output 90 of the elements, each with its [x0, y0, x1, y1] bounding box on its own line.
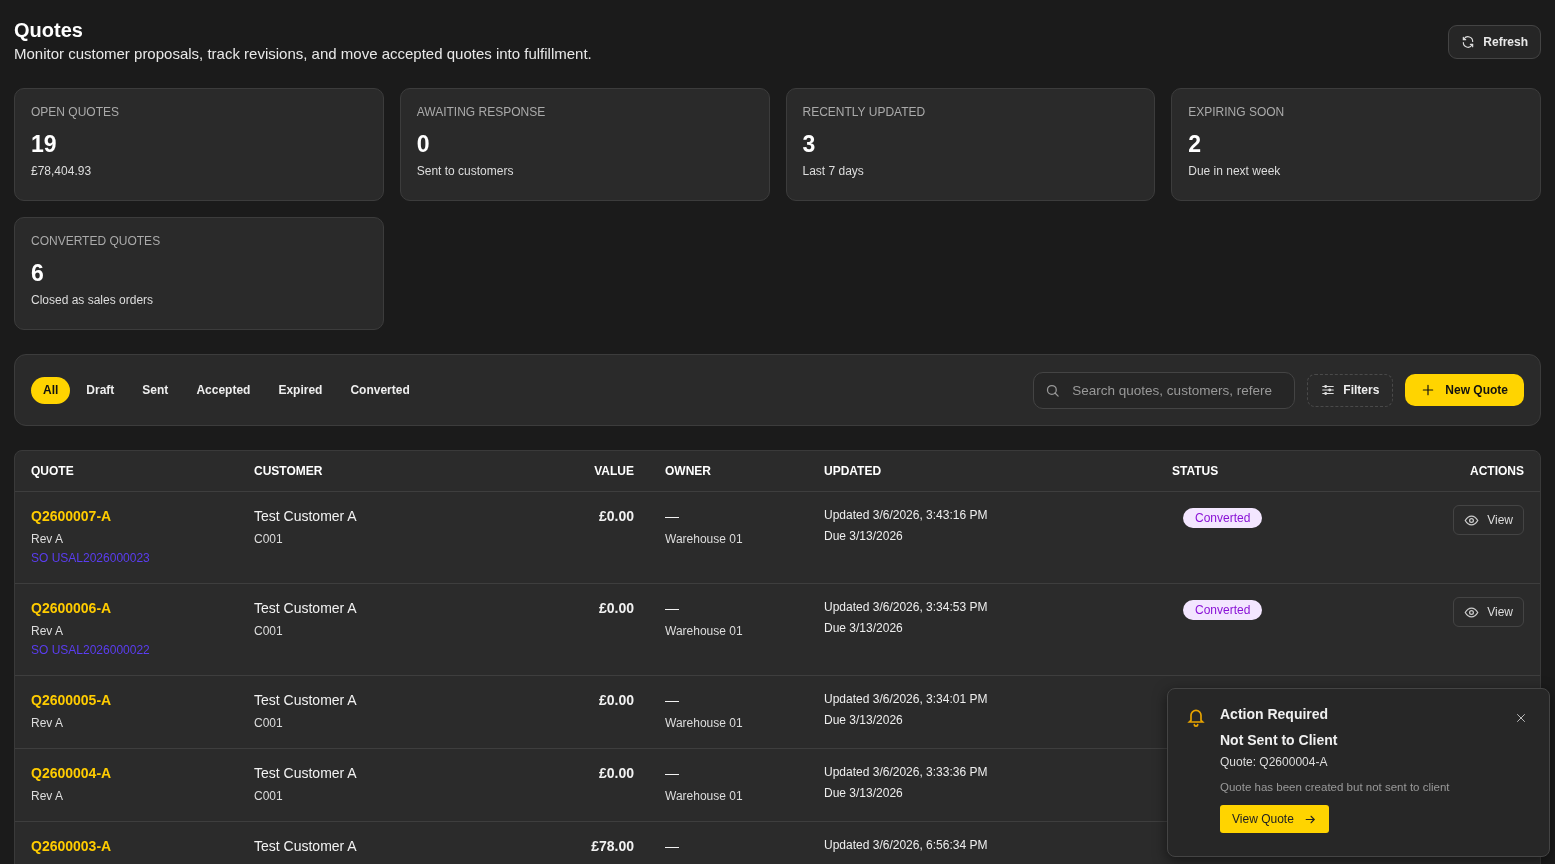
column-header: ACTIONS	[1469, 464, 1524, 478]
view-button[interactable]: View	[1453, 597, 1524, 627]
owner-text: —	[665, 508, 679, 524]
stat-label: RECENTLY UPDATED	[802, 105, 927, 119]
owner-text: —	[665, 692, 679, 708]
filter-tab[interactable]: Draft	[74, 376, 127, 404]
search-field[interactable]: Search quotes, customers, refere	[1033, 371, 1296, 409]
column-header: CUSTOMER	[254, 464, 324, 478]
stat-label: AWAITING RESPONSE	[416, 105, 547, 119]
page-subtitle: Monitor customer proposals, track revisions, and move accepted quotes into fulfillment.	[14, 45, 592, 62]
eye-icon	[1464, 512, 1480, 528]
due-text: Due 3/13/2026	[824, 713, 903, 727]
customer-name: Test Customer A	[254, 600, 357, 616]
quote-value: £0.00	[598, 692, 634, 708]
filters-button[interactable]: Filters	[1307, 373, 1394, 407]
close-icon	[1515, 712, 1527, 724]
due-text: Due 3/13/2026	[824, 529, 903, 543]
revision-text: Rev A	[31, 789, 63, 803]
quote-link[interactable]: Q2600003-A	[31, 838, 112, 854]
updated-text: Updated 3/6/2026, 6:56:34 PM	[824, 838, 988, 852]
column-header: STATUS	[1172, 464, 1220, 478]
due-text: Due 3/13/2026	[824, 786, 903, 800]
refresh-button[interactable]: Refresh	[1448, 25, 1541, 59]
quote-value: £0.00	[598, 765, 634, 781]
stat-value: 0	[416, 131, 431, 158]
customer-code: C001	[254, 532, 283, 546]
quote-link[interactable]: Q2600005-A	[31, 692, 112, 708]
page-title: Quotes	[14, 19, 84, 41]
customer-name: Test Customer A	[254, 838, 357, 854]
stat-value: 3	[802, 131, 817, 158]
customer-name: Test Customer A	[254, 765, 357, 781]
toast-heading: Not Sent to Client	[1220, 732, 1338, 748]
filter-tab[interactable]: Converted	[338, 376, 422, 404]
owner-text: —	[665, 765, 679, 781]
new-quote-button[interactable]: New Quote	[1405, 374, 1524, 406]
stat-value: 19	[31, 131, 58, 158]
filter-tab[interactable]: Sent	[130, 376, 181, 404]
stat-note: Closed as sales orders	[31, 293, 155, 307]
stat-note: Due in next week	[1188, 164, 1282, 178]
stat-label: EXPIRING SOON	[1188, 105, 1286, 119]
location-text: Warehouse 01	[665, 716, 743, 730]
column-header: OWNER	[664, 464, 712, 478]
toast-quote: Quote: Q2600004-A	[1220, 755, 1328, 769]
updated-text: Updated 3/6/2026, 3:33:36 PM	[824, 765, 988, 779]
view-button[interactable]: View	[1453, 505, 1524, 535]
updated-text: Updated 3/6/2026, 3:43:16 PM	[824, 508, 988, 522]
status-badge: Converted	[1183, 508, 1263, 528]
column-header: VALUE	[593, 464, 634, 478]
stat-label: OPEN QUOTES	[31, 105, 120, 119]
customer-code: C001	[254, 716, 283, 730]
due-text: Due 3/13/2026	[824, 621, 903, 635]
updated-text: Updated 3/6/2026, 3:34:53 PM	[824, 600, 988, 614]
location-text: Warehouse 01	[665, 789, 743, 803]
sliders-icon	[1321, 383, 1336, 397]
owner-text: —	[665, 838, 679, 854]
filter-tab[interactable]: All	[31, 376, 71, 404]
quote-link[interactable]: Q2600007-A	[31, 508, 112, 524]
owner-text: —	[665, 600, 679, 616]
status-badge: Converted	[1183, 600, 1263, 620]
toast-message: Quote has been created but not sent to client	[1220, 781, 1450, 793]
stat-note: Sent to customers	[416, 164, 515, 178]
quote-value: £78.00	[591, 838, 634, 854]
revision-text: Rev A	[31, 532, 63, 546]
customer-code: C001	[254, 624, 283, 638]
refresh-icon	[1461, 35, 1476, 49]
column-header: UPDATED	[824, 464, 883, 478]
stat-note: £78,404.93	[31, 164, 93, 178]
stat-value: 6	[31, 260, 45, 287]
plus-icon	[1421, 383, 1436, 397]
location-text: Warehouse 01	[665, 532, 743, 546]
quote-value: £0.00	[598, 508, 634, 524]
quote-link[interactable]: Q2600004-A	[31, 765, 112, 781]
quote-link[interactable]: Q2600006-A	[31, 600, 112, 616]
revision-text: Rev A	[31, 624, 63, 638]
stat-value: 2	[1188, 131, 1203, 158]
stat-label: CONVERTED QUOTES	[31, 234, 162, 248]
quote-value: £0.00	[598, 600, 634, 616]
customer-code: C001	[254, 789, 283, 803]
customer-name: Test Customer A	[254, 692, 357, 708]
toast-title: Action Required	[1220, 706, 1329, 722]
location-text: Warehouse 01	[665, 624, 743, 638]
updated-text: Updated 3/6/2026, 3:34:01 PM	[824, 692, 988, 706]
view-quote-button[interactable]: View Quote	[1220, 805, 1329, 833]
column-header: QUOTE	[31, 464, 75, 478]
customer-name: Test Customer A	[254, 508, 357, 524]
revision-text: Rev A	[31, 716, 63, 730]
eye-icon	[1464, 604, 1480, 620]
stat-note: Last 7 days	[802, 164, 865, 178]
filter-tab[interactable]: Expired	[266, 376, 335, 404]
filter-tab[interactable]: Accepted	[184, 376, 263, 404]
